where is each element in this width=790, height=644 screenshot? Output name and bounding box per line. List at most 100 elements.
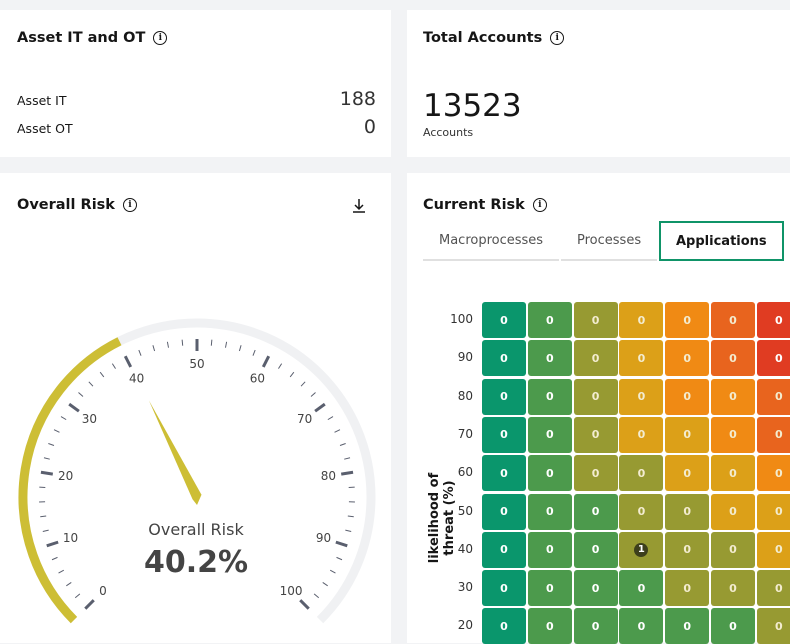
heatmap-cell[interactable]: 0 xyxy=(528,570,572,606)
heatmap-cell[interactable]: 0 xyxy=(665,532,709,568)
heatmap-cell[interactable]: 0 xyxy=(574,494,618,530)
gauge-label: Overall Risk xyxy=(96,520,296,539)
heatmap-cell[interactable]: 0 xyxy=(528,494,572,530)
heatmap-cell[interactable]: 0 xyxy=(482,532,526,568)
heatmap-cell[interactable]: 0 xyxy=(665,417,709,453)
gauge-tick xyxy=(225,342,226,348)
info-icon[interactable]: i xyxy=(550,31,564,45)
heatmap-cell[interactable]: 0 xyxy=(528,455,572,491)
tab-processes[interactable]: Processes xyxy=(561,221,657,261)
gauge-tick xyxy=(314,594,319,598)
heatmap-cell[interactable]: 0 xyxy=(711,532,755,568)
gauge-tick xyxy=(315,404,325,411)
accounts-title: Total Accountsi xyxy=(423,30,564,46)
gauge-tick-label: 30 xyxy=(82,412,97,426)
heatmap-cell[interactable]: 0 xyxy=(574,340,618,376)
tab-macroprocesses[interactable]: Macroprocesses xyxy=(423,221,559,261)
heatmap-cell[interactable]: 0 xyxy=(711,340,755,376)
heatmap-cell[interactable]: 0 xyxy=(757,570,790,606)
heatmap-cell[interactable]: 0 xyxy=(711,455,755,491)
heatmap-cell[interactable]: 0 xyxy=(574,417,618,453)
heatmap-cell[interactable]: 0 xyxy=(528,340,572,376)
gauge-tick xyxy=(47,542,58,546)
heatmap-cell[interactable]: 0 xyxy=(574,455,618,491)
gauge-tick xyxy=(344,458,350,459)
heatmap-cell[interactable]: 1 xyxy=(619,532,663,568)
heatmap-cell[interactable]: 0 xyxy=(482,379,526,415)
heatmap-cell[interactable]: 0 xyxy=(757,379,790,415)
heatmap-cell[interactable]: 0 xyxy=(757,532,790,568)
heatmap-cell[interactable]: 0 xyxy=(528,302,572,338)
heatmap-cell[interactable]: 0 xyxy=(665,608,709,644)
heatmap-cell[interactable]: 0 xyxy=(757,302,790,338)
gauge-tick xyxy=(75,594,80,598)
heatmap-cell[interactable]: 0 xyxy=(482,570,526,606)
heatmap-cell[interactable]: 0 xyxy=(757,340,790,376)
gauge-tick-label: 50 xyxy=(189,357,204,371)
heatmap-cell[interactable]: 0 xyxy=(619,340,663,376)
heatmap-cell[interactable]: 0 xyxy=(757,608,790,644)
risk-tabs: Macroprocesses Processes Applications xyxy=(423,221,786,261)
heatmap-cell[interactable]: 0 xyxy=(482,302,526,338)
heatmap-cell[interactable]: 0 xyxy=(528,608,572,644)
gauge-tick xyxy=(167,342,168,348)
heatmap-cell[interactable]: 0 xyxy=(665,340,709,376)
gauge-tick xyxy=(311,393,316,397)
heatmap-cell[interactable]: 0 xyxy=(665,494,709,530)
heatmap-cell[interactable]: 0 xyxy=(711,417,755,453)
heatmap-cell[interactable]: 0 xyxy=(482,417,526,453)
heatmap-cell[interactable]: 0 xyxy=(482,455,526,491)
heatmap-cell[interactable]: 0 xyxy=(574,608,618,644)
heatmap-cell[interactable]: 0 xyxy=(528,532,572,568)
heatmap-cell[interactable]: 0 xyxy=(757,417,790,453)
heatmap-cell[interactable]: 0 xyxy=(665,302,709,338)
gauge-tick-label: 20 xyxy=(58,469,73,483)
gauge-tick xyxy=(78,393,83,397)
gauge-tick-label: 40 xyxy=(129,371,144,385)
y-tick-label: 80 xyxy=(443,389,473,403)
info-icon[interactable]: i xyxy=(533,198,547,212)
gauge-tick xyxy=(69,404,79,411)
gauge-tick xyxy=(125,356,130,367)
heatmap-cell[interactable]: 0 xyxy=(574,302,618,338)
heatmap-cell[interactable]: 0 xyxy=(528,379,572,415)
heatmap-cell[interactable]: 0 xyxy=(711,379,755,415)
heatmap-cell[interactable]: 0 xyxy=(574,570,618,606)
gauge-tick xyxy=(182,340,183,346)
y-tick-label: 40 xyxy=(443,542,473,556)
heatmap-cell[interactable]: 0 xyxy=(528,417,572,453)
heatmap-cell[interactable]: 0 xyxy=(619,417,663,453)
heatmap-cell[interactable]: 0 xyxy=(711,494,755,530)
heatmap-cell[interactable]: 0 xyxy=(757,455,790,491)
gauge-tick xyxy=(345,530,351,531)
gauge-tick xyxy=(290,372,294,377)
gauge-tick xyxy=(300,600,308,608)
heatmap-cell[interactable]: 0 xyxy=(619,570,663,606)
heatmap-cell[interactable]: 0 xyxy=(619,379,663,415)
heatmap-cell[interactable]: 0 xyxy=(757,494,790,530)
heatmap-cell[interactable]: 0 xyxy=(574,532,618,568)
heatmap-cell[interactable]: 0 xyxy=(482,608,526,644)
heatmap-cell[interactable]: 0 xyxy=(619,455,663,491)
heatmap-cell[interactable]: 0 xyxy=(619,302,663,338)
gauge-tick-label: 80 xyxy=(321,469,336,483)
heatmap-cell[interactable]: 0 xyxy=(482,340,526,376)
heatmap-cell[interactable]: 0 xyxy=(665,570,709,606)
y-tick-label: 30 xyxy=(443,580,473,594)
heatmap-cell[interactable]: 0 xyxy=(665,379,709,415)
heatmap-cell[interactable]: 0 xyxy=(711,570,755,606)
gauge-tick-label: 0 xyxy=(99,584,107,598)
gauge-tick xyxy=(54,430,59,433)
heatmap-cell[interactable]: 0 xyxy=(574,379,618,415)
heatmap-cell[interactable]: 0 xyxy=(619,608,663,644)
heatmap-cell[interactable]: 0 xyxy=(619,494,663,530)
heatmap-cell[interactable]: 0 xyxy=(711,302,755,338)
heatmap-cell[interactable]: 0 xyxy=(482,494,526,530)
heatmap-cell[interactable]: 0 xyxy=(665,455,709,491)
gauge-tick xyxy=(48,443,54,445)
gauge-tick-label: 70 xyxy=(297,412,312,426)
tab-applications[interactable]: Applications xyxy=(659,221,784,261)
heatmap-cell[interactable]: 0 xyxy=(711,608,755,644)
accounts-value: 13523 xyxy=(423,88,522,124)
gauge-tick xyxy=(44,458,50,459)
